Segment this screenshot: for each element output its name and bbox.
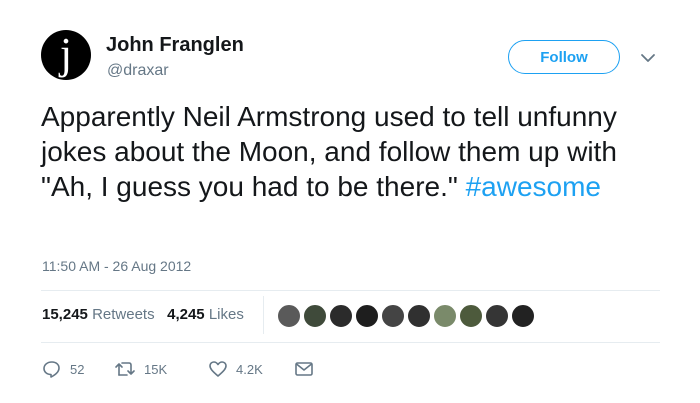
liker-avatar[interactable]: [432, 303, 458, 329]
like-count: 4.2K: [236, 361, 263, 377]
liker-avatar[interactable]: [406, 303, 432, 329]
divider: [41, 290, 660, 291]
retweets-stat[interactable]: 15,245 Retweets: [42, 306, 155, 323]
chevron-down-icon[interactable]: [640, 52, 656, 64]
liker-avatars: [276, 303, 536, 329]
likes-label: Likes: [208, 306, 244, 323]
liker-avatar[interactable]: [354, 303, 380, 329]
reply-icon: [43, 361, 60, 378]
author-name[interactable]: John Franglen: [106, 34, 244, 57]
liker-avatar[interactable]: [510, 303, 536, 329]
heart-icon: [209, 361, 227, 377]
liker-avatar[interactable]: [276, 303, 302, 329]
liker-avatar[interactable]: [328, 303, 354, 329]
action-bar: 52 15K 4.2K: [42, 359, 314, 379]
tweet-timestamp[interactable]: 11:50 AM - 26 Aug 2012: [42, 258, 191, 274]
divider: [41, 342, 660, 343]
likes-stat[interactable]: 4,245 Likes: [167, 306, 244, 323]
liker-avatar[interactable]: [484, 303, 510, 329]
hashtag-link[interactable]: #awesome: [466, 171, 601, 202]
retweets-count: 15,245: [42, 306, 88, 323]
liker-avatar[interactable]: [458, 303, 484, 329]
reply-action[interactable]: 52: [42, 360, 114, 378]
stats-separator: [263, 296, 264, 334]
envelope-icon: [295, 362, 313, 376]
likes-count: 4,245: [167, 306, 205, 323]
liker-avatar[interactable]: [302, 303, 328, 329]
author-handle[interactable]: @draxar: [107, 62, 169, 80]
follow-button[interactable]: Follow: [508, 40, 620, 74]
retweets-label: Retweets: [92, 306, 155, 323]
tweet-text: Apparently Neil Armstrong used to tell u…: [41, 99, 661, 204]
author-avatar[interactable]: j: [41, 30, 91, 80]
avatar-glyph: j: [59, 29, 73, 78]
retweet-icon: [115, 362, 135, 376]
retweet-count: 15K: [144, 361, 168, 377]
liker-avatar[interactable]: [380, 303, 406, 329]
engagement-stats: 15,245 Retweets 4,245 Likes: [42, 306, 244, 323]
direct-message-action[interactable]: [294, 361, 314, 377]
retweet-action[interactable]: 15K: [114, 361, 208, 377]
like-action[interactable]: 4.2K: [208, 360, 294, 378]
reply-count: 52: [70, 361, 85, 377]
